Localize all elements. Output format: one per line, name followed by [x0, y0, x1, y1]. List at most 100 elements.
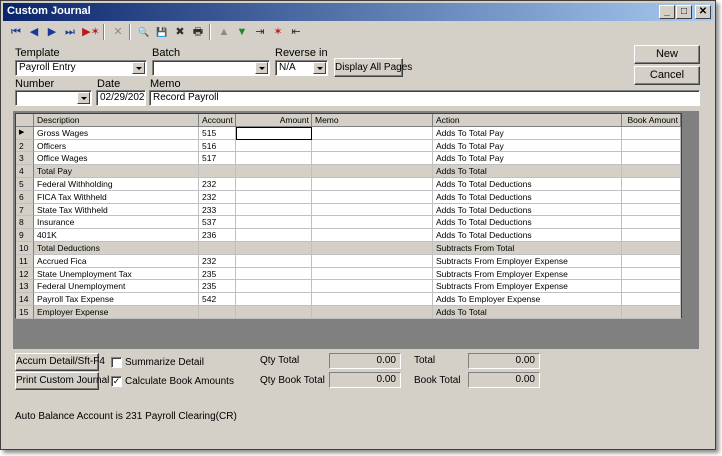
table-row[interactable]: 8 Insurance 537 Adds To Total Deductions [16, 216, 681, 230]
book-amount-cell[interactable] [622, 229, 681, 242]
memo-cell[interactable] [312, 267, 433, 281]
memo-cell[interactable] [312, 254, 433, 268]
memo-cell[interactable] [312, 216, 433, 230]
action-cell[interactable]: Adds To Total Pay [433, 139, 622, 153]
memo-cell[interactable] [312, 242, 433, 255]
cancel-button[interactable]: Cancel [634, 66, 700, 85]
table-row[interactable]: 2 Officers 516 Adds To Total Pay [16, 139, 681, 153]
amount-cell[interactable] [236, 267, 312, 281]
chevron-down-icon[interactable] [313, 62, 326, 74]
description-cell[interactable]: Total Deductions [34, 242, 199, 255]
account-cell[interactable]: 232 [199, 178, 236, 191]
header-description[interactable]: Description [34, 114, 199, 127]
account-cell[interactable]: 232 [199, 190, 236, 204]
account-cell[interactable]: 235 [199, 280, 236, 294]
table-row[interactable]: 6 FICA Tax Withheld 232 Adds To Total Deduc… [16, 190, 681, 204]
move-down-icon[interactable]: ▼ [233, 23, 251, 41]
book-amount-cell[interactable] [622, 139, 681, 153]
table-row[interactable]: 12 State Unemployment Tax 235 Subtracts Fro… [16, 267, 681, 281]
delete-icon[interactable]: ✕ [109, 23, 127, 41]
chevron-down-icon[interactable] [132, 62, 145, 74]
amount-cell[interactable] [236, 190, 312, 204]
book-amount-cell[interactable] [622, 293, 681, 306]
book-amount-cell[interactable] [622, 165, 681, 178]
book-amount-cell[interactable] [622, 190, 681, 204]
book-amount-cell[interactable] [622, 126, 681, 140]
outdent-icon[interactable]: ⇤ [287, 23, 305, 41]
description-cell[interactable]: State Tax Withheld [34, 203, 199, 217]
book-amount-cell[interactable] [622, 280, 681, 294]
table-row[interactable]: 10 Total Deductions Subtracts From Total [16, 242, 681, 255]
amount-cell[interactable] [236, 152, 312, 166]
reverse-in-select[interactable]: N/A [275, 60, 328, 76]
memo-cell[interactable] [312, 190, 433, 204]
description-cell[interactable]: Total Pay [34, 165, 199, 178]
memo-cell[interactable] [312, 178, 433, 191]
description-cell[interactable]: Office Wages [34, 152, 199, 166]
memo-cell[interactable] [312, 126, 433, 140]
number-select[interactable] [15, 90, 92, 106]
table-row[interactable]: 9 401K 236 Adds To Total Deductions [16, 229, 681, 242]
memo-cell[interactable] [312, 203, 433, 217]
description-cell[interactable]: Gross Wages [34, 126, 199, 140]
account-cell[interactable]: 235 [199, 267, 236, 281]
chevron-down-icon[interactable] [77, 92, 90, 104]
search-icon[interactable]: 🔍 [135, 23, 153, 41]
description-cell[interactable]: Employer Expense [34, 306, 199, 319]
date-field[interactable]: 02/29/2020 [96, 90, 146, 106]
account-cell[interactable] [199, 165, 236, 178]
action-cell[interactable]: Adds To Total Deductions [433, 178, 622, 191]
amount-cell[interactable] [236, 216, 312, 230]
table-row[interactable]: 14 Payroll Tax Expense 542 Adds To Employer… [16, 293, 681, 306]
amount-cell[interactable] [236, 203, 312, 217]
description-cell[interactable]: Accrued Fica [34, 254, 199, 268]
memo-cell[interactable] [312, 280, 433, 294]
memo-cell[interactable] [312, 306, 433, 319]
accum-detail-button[interactable]: Accum Detail/Sft-F4 [15, 353, 105, 371]
action-cell[interactable]: Adds To Total Deductions [433, 216, 622, 230]
next-record-icon[interactable]: ▶ [43, 23, 61, 41]
action-cell[interactable]: Subtracts From Employer Expense [433, 267, 622, 281]
amount-cell[interactable] [236, 293, 312, 306]
action-cell[interactable]: Adds To Total Pay [433, 126, 622, 140]
move-up-icon[interactable]: ▲ [215, 23, 233, 41]
table-row[interactable]: ▶ Gross Wages 515 Adds To Total Pay [16, 126, 681, 140]
print-icon[interactable]: 🖶 [189, 23, 207, 41]
action-cell[interactable]: Adds To Total Deductions [433, 190, 622, 204]
first-record-icon[interactable]: ⏮ [7, 23, 25, 41]
chevron-down-icon[interactable] [255, 62, 268, 74]
description-cell[interactable]: FICA Tax Withheld [34, 190, 199, 204]
book-amount-cell[interactable] [622, 267, 681, 281]
new-record-icon[interactable]: ▶✶ [81, 23, 101, 41]
save-icon[interactable]: 💾 [153, 23, 171, 41]
close-button[interactable]: ✕ [695, 5, 711, 19]
memo-cell[interactable] [312, 293, 433, 306]
book-amount-cell[interactable] [622, 216, 681, 230]
table-row[interactable]: 5 Federal Withholding 232 Adds To Total Ded… [16, 178, 681, 191]
account-cell[interactable]: 542 [199, 293, 236, 306]
action-cell[interactable]: Adds To Total Deductions [433, 229, 622, 242]
account-cell[interactable]: 515 [199, 126, 236, 140]
action-cell[interactable]: Adds To Total [433, 165, 622, 178]
indent-icon[interactable]: ⇥ [251, 23, 269, 41]
table-row[interactable]: 13 Federal Unemployment 235 Subtracts From … [16, 280, 681, 294]
book-amount-cell[interactable] [622, 178, 681, 191]
maximize-button[interactable]: □ [676, 5, 692, 19]
display-all-pages-button[interactable]: Display All Pages [334, 58, 412, 77]
amount-cell[interactable] [236, 306, 312, 319]
account-cell[interactable]: 537 [199, 216, 236, 230]
book-amount-cell[interactable] [622, 254, 681, 268]
amount-cell[interactable] [236, 178, 312, 191]
insert-row-icon[interactable]: ✶ [269, 23, 287, 41]
action-cell[interactable]: Adds To Total [433, 306, 622, 319]
book-amount-cell[interactable] [622, 306, 681, 319]
book-amount-cell[interactable] [622, 203, 681, 217]
amount-cell[interactable] [236, 229, 312, 242]
table-row[interactable]: 11 Accrued Fica 232 Subtracts From Employer… [16, 254, 681, 268]
description-cell[interactable]: Insurance [34, 216, 199, 230]
print-custom-journal-button[interactable]: Print Custom Journal [15, 372, 109, 390]
table-row[interactable]: 4 Total Pay Adds To Total [16, 165, 681, 178]
description-cell[interactable]: Federal Withholding [34, 178, 199, 191]
table-row[interactable]: 7 State Tax Withheld 233 Adds To Total Dedu… [16, 203, 681, 217]
memo-cell[interactable] [312, 229, 433, 242]
